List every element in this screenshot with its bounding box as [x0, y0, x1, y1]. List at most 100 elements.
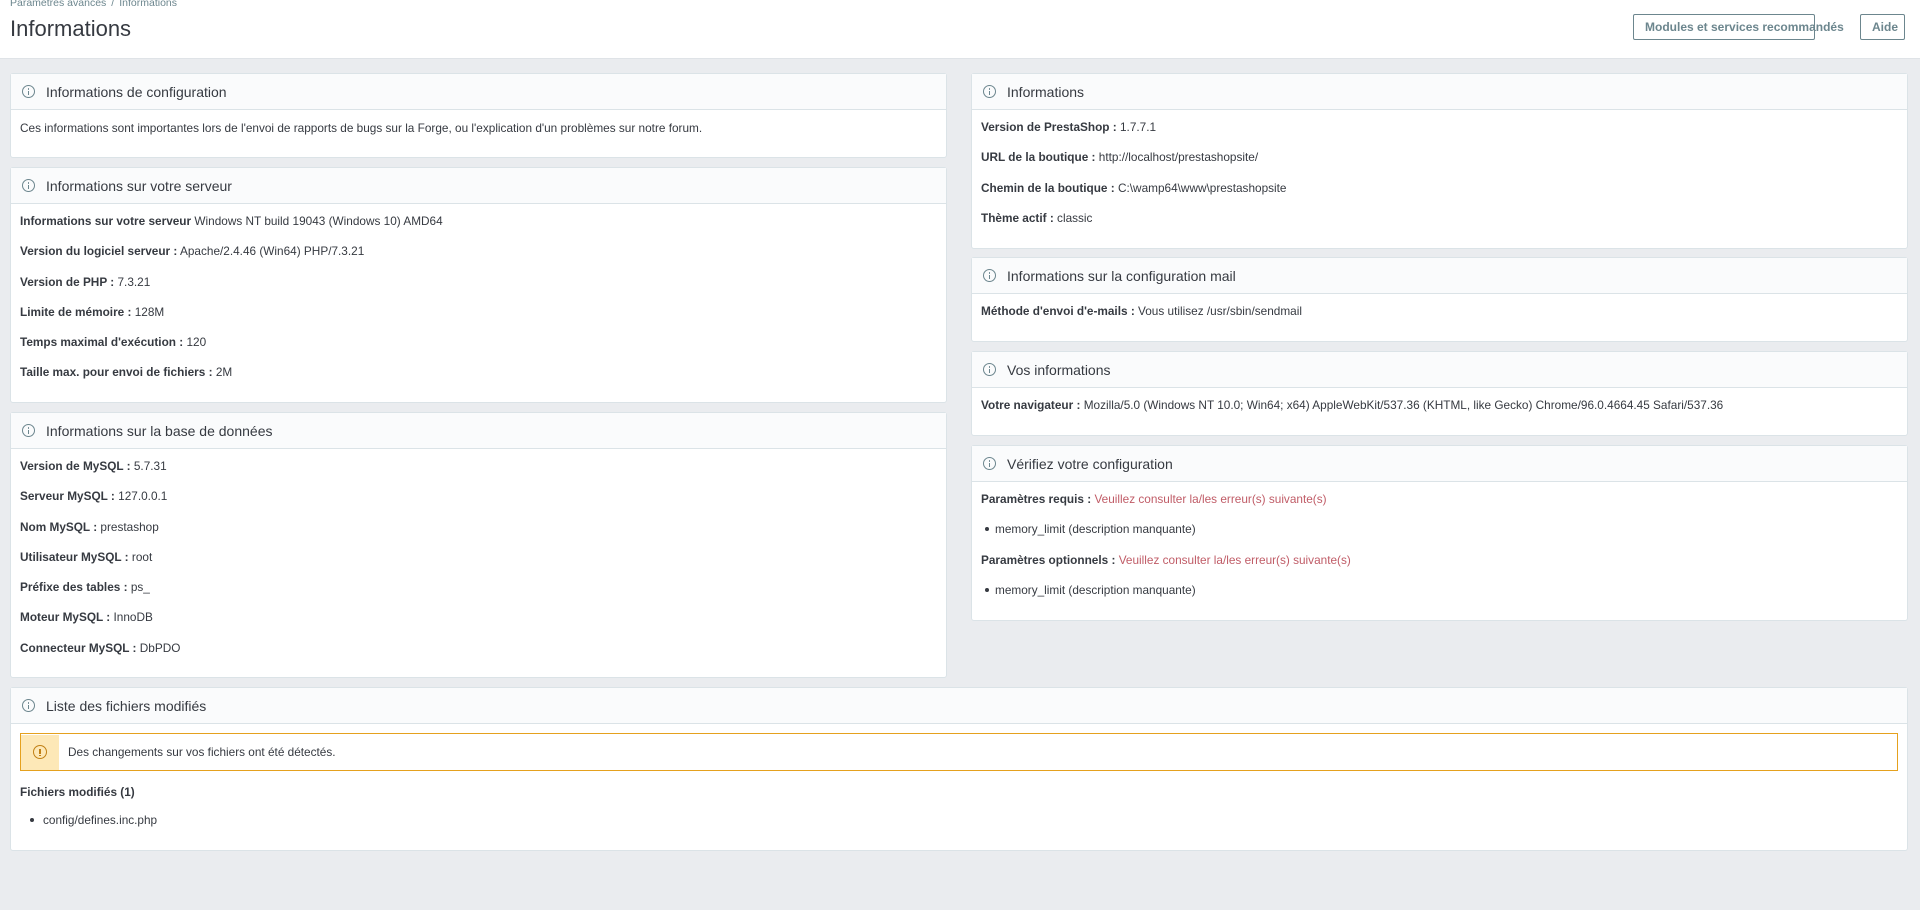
row-label: URL de la boutique : [981, 150, 1096, 165]
row-value: Mozilla/5.0 (Windows NT 10.0; Win64; x64… [1083, 398, 1724, 412]
card-title: Informations de configuration [46, 83, 227, 100]
row-label: Nom MySQL : [20, 519, 98, 534]
breadcrumb-parent-link[interactable]: Paramètres avancés [10, 0, 106, 9]
recommended-modules-button[interactable]: Modules et services recommandés [1633, 14, 1844, 40]
your-info-card: Vos informations Votre navigateur : Mozi… [971, 351, 1908, 436]
shop-row-url: URL de la boutique : http://localhost/pr… [981, 148, 1898, 178]
card-header: Vos informations [972, 352, 1907, 388]
db-row-connector: Connecteur MySQL : DbPDO [20, 639, 937, 669]
modified-files-card: Liste des fichiers modifiés Des changeme… [10, 687, 1908, 851]
row-label: Préfixe des tables : [20, 580, 128, 595]
row-label: Serveur MySQL : [20, 489, 115, 504]
card-header: Informations de configuration [11, 74, 946, 110]
card-title: Vos informations [1007, 361, 1111, 378]
database-info-card: Informations sur la base de données Vers… [10, 412, 947, 678]
db-row-engine: Moteur MySQL : InnoDB [20, 608, 937, 638]
row-label: Temps maximal d'exécution : [20, 335, 184, 350]
db-row-prefix: Préfixe des tables : ps_ [20, 578, 937, 608]
row-value: 1.7.7.1 [1120, 120, 1157, 134]
row-label: Limite de mémoire : [20, 304, 132, 319]
list-item: memory_limit (description manquante) [981, 520, 1898, 550]
shop-row-path: Chemin de la boutique : C:\wamp64\www\pr… [981, 179, 1898, 209]
card-title: Informations sur la base de données [46, 422, 273, 439]
row-value: ps_ [130, 580, 150, 595]
breadcrumb-separator: / [111, 0, 115, 9]
shop-info-card: Informations Version de PrestaShop : 1.7… [971, 73, 1908, 249]
db-row-name: Nom MySQL : prestashop [20, 518, 937, 548]
info-icon [983, 85, 996, 98]
mail-config-card: Informations sur la configuration mail M… [971, 257, 1908, 342]
info-icon [983, 363, 996, 376]
row-value: prestashop [100, 519, 159, 534]
row-label: Paramètres requis : [981, 492, 1092, 506]
warning-icon [33, 745, 47, 759]
row-label: Votre navigateur : [981, 398, 1081, 412]
card-header: Vérifiez votre configuration [972, 446, 1907, 482]
shop-row-version: Version de PrestaShop : 1.7.7.1 [981, 118, 1898, 148]
row-value: 5.7.31 [133, 459, 167, 473]
info-icon [983, 269, 996, 282]
info-icon [22, 179, 35, 192]
row-label: Informations sur votre serveur [20, 214, 192, 228]
your-row-browser: Votre navigateur : Mozilla/5.0 (Windows … [981, 396, 1898, 426]
db-row-user: Utilisateur MySQL : root [20, 548, 937, 578]
row-label: Version de MySQL : [20, 459, 131, 473]
page-header: Paramètres avancés / Informations Informat… [0, 0, 1920, 59]
card-title: Vérifiez votre configuration [1007, 455, 1173, 472]
card-header: Liste des fichiers modifiés [11, 688, 1907, 724]
server-info-card: Informations sur votre serveur Informati… [10, 167, 947, 403]
alert-text: Des changements sur vos fichiers ont été… [68, 745, 336, 759]
row-value: 2M [215, 365, 233, 380]
modified-files-label: Fichiers modifiés (1) [20, 785, 135, 799]
server-row-upload: Taille max. pour envoi de fichiers : 2M [20, 363, 937, 393]
config-info-card: Informations de configuration Ces inform… [10, 73, 947, 158]
breadcrumb-current: Informations [119, 0, 177, 9]
optional-params-row: Paramètres optionnels : Veuillez consult… [981, 551, 1898, 581]
row-label: Thème actif : [981, 210, 1054, 225]
help-button[interactable]: Aide [1860, 14, 1905, 40]
server-row-memory: Limite de mémoire : 128M [20, 303, 937, 333]
db-row-server: Serveur MySQL : 127.0.0.1 [20, 487, 937, 517]
list-item: memory_limit (description manquante) [981, 581, 1898, 611]
card-header: Informations sur la configuration mail [972, 258, 1907, 294]
breadcrumb: Paramètres avancés / Informations [10, 0, 177, 9]
info-icon [22, 424, 35, 437]
row-value: 120 [186, 335, 207, 350]
card-title: Informations sur votre serveur [46, 177, 232, 194]
db-row-version: Version de MySQL : 5.7.31 [20, 457, 937, 487]
row-value: 128M [134, 304, 165, 319]
row-label: Version de PrestaShop : [981, 120, 1117, 134]
list-item: config/defines.inc.php [20, 811, 157, 841]
info-icon [983, 457, 996, 470]
row-label: Méthode d'envoi d'e-mails : [981, 304, 1135, 318]
alert-icon-container [21, 734, 59, 770]
row-label: Taille max. pour envoi de fichiers : [20, 365, 213, 380]
warning-alert: Des changements sur vos fichiers ont été… [20, 733, 1898, 771]
row-value: C:\wamp64\www\prestashopsite [1117, 180, 1287, 195]
row-label: Chemin de la boutique : [981, 180, 1115, 195]
row-value: Windows NT build 19043 (Windows 10) AMD6… [194, 214, 443, 228]
row-value: InnoDB [113, 610, 153, 625]
card-header: Informations sur la base de données [11, 413, 946, 449]
shop-row-theme: Thème actif : classic [981, 209, 1898, 239]
config-intro-text: Ces informations sont importantes lors d… [20, 121, 703, 135]
card-header: Informations [972, 74, 1907, 110]
row-value: 7.3.21 [117, 274, 151, 289]
card-title: Informations sur la configuration mail [1007, 267, 1236, 284]
row-value: DbPDO [139, 640, 181, 655]
row-label: Utilisateur MySQL : [20, 549, 129, 564]
row-label: Connecteur MySQL : [20, 640, 137, 655]
mail-row-method: Méthode d'envoi d'e-mails : Vous utilise… [981, 302, 1898, 332]
row-value: 127.0.0.1 [118, 489, 168, 504]
row-value: root [131, 549, 153, 564]
server-row-software: Version du logiciel serveur : Apache/2.4… [20, 242, 937, 272]
card-title: Informations [1007, 83, 1085, 100]
server-row-info: Informations sur votre serveur Windows N… [20, 212, 937, 242]
row-value: http://localhost/prestashopsite/ [1098, 150, 1259, 165]
page-title: Informations [10, 16, 132, 41]
row-value: Vous utilisez /usr/sbin/sendmail [1138, 304, 1302, 318]
row-label: Moteur MySQL : [20, 610, 111, 625]
card-title: Liste des fichiers modifiés [46, 697, 207, 714]
info-icon [22, 85, 35, 98]
required-params-row: Paramètres requis : Veuillez consulter l… [981, 490, 1898, 520]
